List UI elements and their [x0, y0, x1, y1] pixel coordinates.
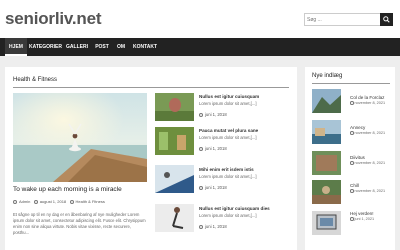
post-excerpt: Lorem ipsum dolor sit amet,[...] [199, 174, 257, 179]
post-thumbnail[interactable] [155, 204, 194, 232]
featured-meta: Admin august 1, 2018 Health & Fitness [13, 199, 105, 204]
recent-post-thumbnail[interactable] [312, 151, 341, 175]
featured-date: august 1, 2018 [39, 199, 67, 204]
nav-item-kategorier[interactable]: KATEGORIER [28, 38, 63, 56]
post-date: juni 1, 2018 [199, 185, 227, 190]
clock-icon [350, 131, 354, 135]
clock-icon [33, 199, 38, 204]
post-date: juni 1, 2018 [199, 112, 227, 117]
clock-icon [350, 161, 354, 165]
clock-icon [199, 185, 203, 190]
recent-post-title[interactable]: Chill [350, 183, 359, 188]
featured-category[interactable]: Health & Fitness [76, 199, 105, 204]
recent-post-title[interactable]: Annecy [350, 125, 365, 130]
post-title[interactable]: Nullus est igitur cuiusquam dies [199, 206, 270, 211]
post-title[interactable]: Mihi enim erit isdem istis [199, 167, 254, 172]
post-date-text: juni 1, 2018 [205, 224, 227, 229]
sidebar-divider [312, 83, 390, 84]
recent-post-title[interactable]: Col de la Forclaz [350, 95, 384, 100]
recent-post-date-text: juni 1, 2021 [354, 217, 375, 221]
recent-post-date: november 8, 2021 [350, 189, 385, 193]
recent-post-thumbnail[interactable] [312, 120, 341, 144]
section-divider [13, 87, 289, 88]
nav-item-hjem[interactable]: HJEM [5, 38, 27, 56]
site-title[interactable]: seniorliv.net [5, 9, 101, 29]
search-icon [383, 16, 390, 23]
search-input[interactable] [307, 14, 377, 25]
recent-post-date-text: november 8, 2021 [354, 189, 386, 193]
search-box [304, 13, 393, 26]
post-date-text: juni 1, 2018 [205, 185, 227, 190]
nav-item-post[interactable]: POST [91, 38, 113, 56]
recent-post-date: juni 1, 2021 [350, 217, 374, 221]
post-thumbnail[interactable] [155, 127, 194, 155]
post-date-text: juni 1, 2018 [205, 146, 227, 151]
post-date-text: juni 1, 2018 [205, 112, 227, 117]
post-thumbnail[interactable] [155, 93, 194, 121]
search-button[interactable] [380, 13, 393, 26]
section-title: Health & Fitness [13, 77, 58, 83]
recent-post-title[interactable]: Hej verden! [350, 211, 374, 216]
featured-image[interactable] [13, 93, 147, 182]
clock-icon [350, 217, 354, 221]
post-title[interactable]: Pauca mutat vel plura sane [199, 128, 258, 133]
post-title[interactable]: Nullus est igitur cuiusquam [199, 94, 259, 99]
clock-icon [199, 224, 203, 229]
post-excerpt: Lorem ipsum dolor sit amet,[...] [199, 213, 257, 218]
user-icon [13, 199, 17, 204]
nav-item-galleri[interactable]: GALLERI [63, 38, 91, 56]
site-header: seniorliv.net [0, 0, 400, 38]
nav-item-kontakt[interactable]: KONTAKT [130, 38, 160, 56]
featured-excerpt: Et sågne op til en ny dag er en åbenbari… [13, 212, 146, 235]
recent-post-title[interactable]: Diivitus [350, 155, 365, 160]
post-date: juni 1, 2018 [199, 146, 227, 151]
main-nav: HJEM KATEGORIER GALLERI POST OM KONTAKT [0, 38, 400, 56]
recent-post-date: november 8, 2021 [350, 161, 385, 165]
nav-item-om[interactable]: OM [113, 38, 129, 56]
featured-author[interactable]: Admin [19, 199, 30, 204]
recent-post-date-text: november 8, 2021 [354, 131, 386, 135]
clock-icon [350, 189, 354, 193]
clock-icon [350, 101, 354, 105]
recent-post-date-text: november 8, 2021 [354, 161, 386, 165]
recent-post-date-text: november 8, 2021 [354, 101, 386, 105]
post-excerpt: Lorem ipsum dolor sit amet,[...] [199, 101, 257, 106]
sidebar-title: Nye indlæg [312, 73, 343, 79]
recent-post-date: november 8, 2021 [350, 101, 385, 105]
post-excerpt: Lorem ipsum dolor sit amet,[...] [199, 135, 257, 140]
post-date: juni 1, 2018 [199, 224, 227, 229]
recent-post-thumbnail[interactable] [312, 180, 341, 204]
folder-icon [69, 199, 74, 204]
clock-icon [199, 146, 203, 151]
recent-post-thumbnail[interactable] [312, 89, 341, 113]
clock-icon [199, 112, 203, 117]
recent-post-date: november 8, 2021 [350, 131, 385, 135]
recent-post-thumbnail[interactable] [312, 211, 341, 235]
featured-post-title[interactable]: To wake up each morning is a miracle [13, 186, 122, 193]
post-thumbnail[interactable] [155, 165, 194, 193]
